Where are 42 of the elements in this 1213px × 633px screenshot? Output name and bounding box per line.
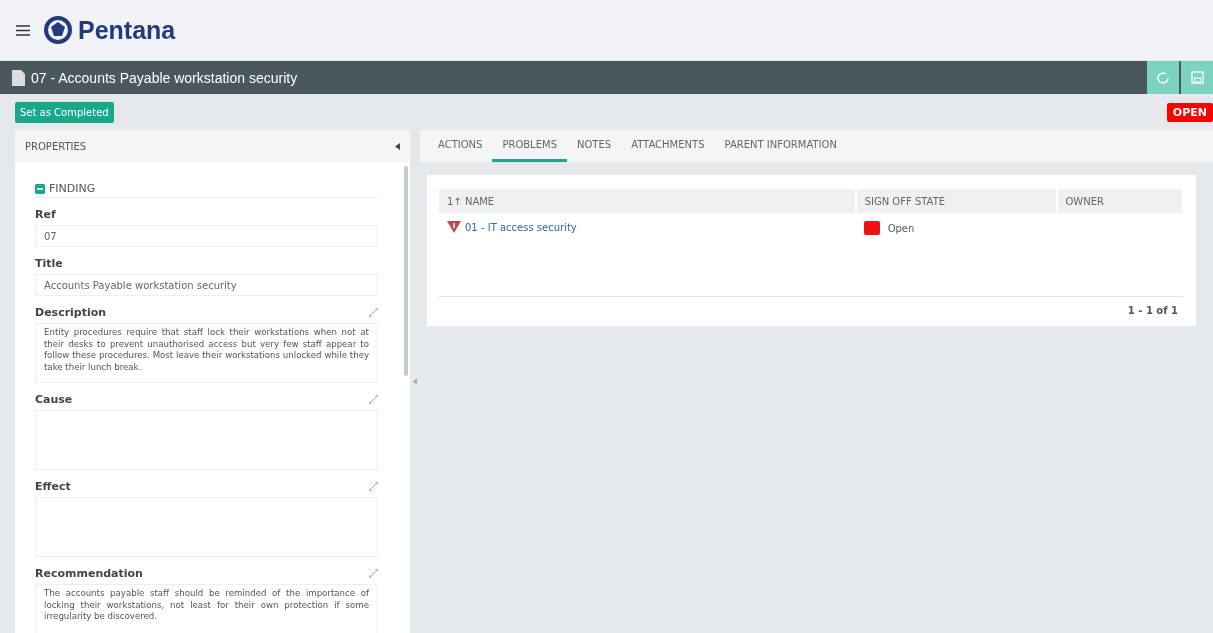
pager-text: 1 - 1 of 1 xyxy=(1127,305,1178,316)
field-label: Description xyxy=(35,306,107,319)
document-icon xyxy=(12,69,25,86)
field-label: Ref xyxy=(35,208,56,221)
text-field[interactable]: Accounts Payable workstation security xyxy=(35,274,378,296)
expand-icon[interactable] xyxy=(369,395,378,404)
panel-title: PROPERTIES xyxy=(25,140,87,152)
field-label: Effect xyxy=(35,480,71,493)
refresh-icon xyxy=(1156,70,1170,85)
text-field[interactable]: 07 xyxy=(35,225,378,247)
text-area[interactable]: Entity procedures require that staff lock their workstations when not at their desks to prevent unauthorised access but very few staff appear to follow these procedures. Most leave their workstations unlocked while they take their lunch break. xyxy=(35,323,378,383)
refresh-button[interactable] xyxy=(1147,61,1179,94)
column-header[interactable]: OWNER xyxy=(1056,189,1183,213)
collapse-icon[interactable] xyxy=(395,142,400,150)
field-label: Recommendation xyxy=(35,567,143,580)
state-text: Open xyxy=(887,222,915,234)
expand-icon[interactable] xyxy=(369,569,378,578)
tab[interactable]: PROBLEMS xyxy=(492,130,567,162)
save-icon xyxy=(1190,71,1204,84)
set-completed-button[interactable]: Set as Completed xyxy=(15,101,114,123)
status-badge: OPEN xyxy=(1166,103,1213,122)
collapse-section-icon[interactable] xyxy=(35,183,45,194)
field-label: Title xyxy=(35,257,63,270)
field-label: Cause xyxy=(35,393,73,406)
logo-text: Pentana xyxy=(78,15,176,45)
save-button[interactable] xyxy=(1181,61,1213,94)
menu-icon[interactable] xyxy=(16,24,30,36)
warning-icon xyxy=(447,221,461,233)
expand-icon[interactable] xyxy=(369,308,378,317)
tab[interactable]: ATTACHMENTS xyxy=(621,130,715,162)
tab[interactable]: PARENT INFORMATION xyxy=(714,130,847,162)
tab[interactable]: ACTIONS xyxy=(428,130,493,162)
text-area[interactable]: The accounts payable staff should be reminded of the importance of locking their workstations, not least for their own protection if some irregularity be discovered. xyxy=(35,584,378,633)
problem-link[interactable]: 01 - IT access security xyxy=(465,221,577,233)
record-title: 07 - Accounts Payable workstation security xyxy=(31,69,299,86)
column-header[interactable]: 1↑ NAME xyxy=(439,189,856,213)
tab[interactable]: NOTES xyxy=(567,130,622,162)
expand-icon[interactable] xyxy=(369,482,378,491)
scrollbar[interactable] xyxy=(404,166,408,376)
column-header[interactable]: SIGN OFF STATE xyxy=(855,189,1057,213)
logo-icon xyxy=(44,16,72,44)
section-title: FINDING xyxy=(49,182,96,195)
